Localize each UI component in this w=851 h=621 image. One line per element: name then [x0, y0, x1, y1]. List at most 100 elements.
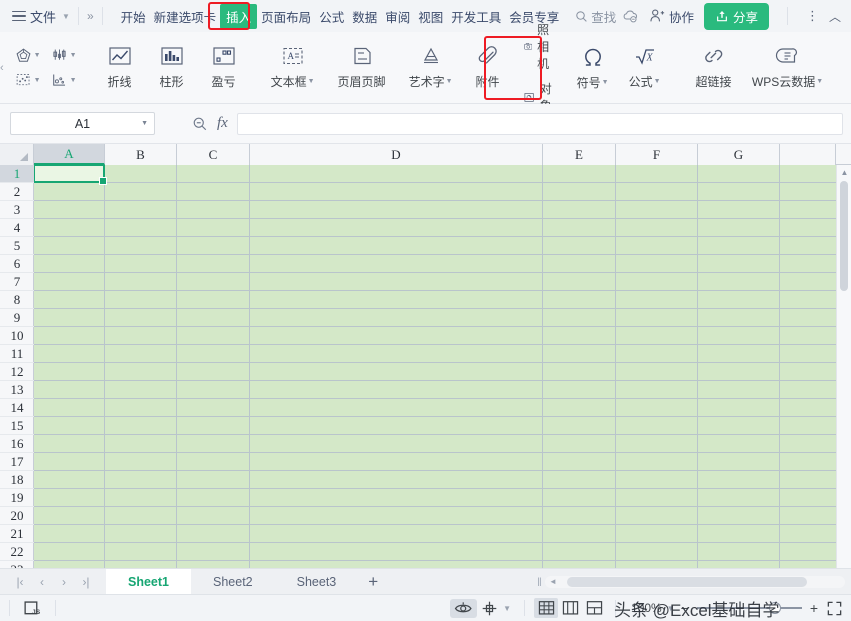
bubble-chart-button[interactable]: ▼: [49, 71, 79, 90]
chevron-up-icon[interactable]: ︿: [829, 8, 841, 25]
column-header-e[interactable]: E: [543, 144, 616, 165]
row-header-5[interactable]: 5: [0, 237, 34, 255]
add-sheet-button[interactable]: +: [358, 572, 388, 592]
wordart-button[interactable]: 艺术字 ▼: [400, 42, 462, 94]
tab-kaishi[interactable]: 开始: [117, 4, 150, 29]
column-header-d[interactable]: D: [250, 144, 543, 165]
row-header-7[interactable]: 7: [0, 273, 34, 291]
row-header-12[interactable]: 12: [0, 363, 34, 381]
horizontal-scrollbar[interactable]: ◄: [545, 575, 845, 588]
sheet-tab-sheet1[interactable]: Sheet1: [106, 568, 191, 595]
row-header-17[interactable]: 17: [0, 453, 34, 471]
row-header-10[interactable]: 10: [0, 327, 34, 345]
column-header-a[interactable]: A: [34, 144, 105, 165]
row-header-9[interactable]: 9: [0, 309, 34, 327]
scatter-chart-button[interactable]: ▼: [13, 71, 43, 90]
tab-charu[interactable]: 插入: [220, 3, 258, 29]
eye-button[interactable]: [450, 598, 478, 618]
camera-button[interactable]: 照相机: [523, 21, 557, 72]
row-header-8[interactable]: 8: [0, 291, 34, 309]
column-header-c[interactable]: C: [177, 144, 250, 165]
page-layout-view-icon: [562, 601, 578, 615]
nav-prev-icon[interactable]: ‹: [32, 572, 52, 592]
vertical-scrollbar[interactable]: ▲: [836, 165, 851, 568]
radar-chart-button[interactable]: ▼: [13, 46, 43, 65]
select-all-corner[interactable]: [0, 144, 34, 165]
row-header-19[interactable]: 19: [0, 489, 34, 507]
scroll-split-grip[interactable]: ‖: [537, 575, 542, 589]
column-header-f[interactable]: F: [616, 144, 698, 165]
cell-area[interactable]: [34, 165, 836, 568]
vertical-scroll-thumb[interactable]: [840, 181, 848, 291]
column-sparkline-button[interactable]: 柱形: [146, 42, 198, 94]
slicer-button[interactable]: 切片器: [843, 42, 851, 94]
zoom-out-icon[interactable]: [192, 116, 208, 132]
js-macro-button[interactable]: JS: [19, 598, 46, 619]
tab-gongshi[interactable]: 公式: [315, 4, 348, 29]
formula-input[interactable]: [236, 112, 843, 135]
scroll-up-icon[interactable]: ▲: [837, 165, 851, 179]
tab-xinjianxuanxiangka[interactable]: 新建选项卡: [150, 4, 221, 29]
row-header-1[interactable]: 1: [0, 165, 34, 183]
share-button[interactable]: 分享: [703, 2, 769, 30]
zoom-slider-knob[interactable]: [768, 602, 781, 614]
row-header-13[interactable]: 13: [0, 381, 34, 399]
row-header-16[interactable]: 16: [0, 435, 34, 453]
row-header-22[interactable]: 22: [0, 543, 34, 561]
hyperlink-button[interactable]: 超链接: [683, 42, 745, 94]
tab-kaifagongju[interactable]: 开发工具: [447, 4, 505, 29]
row-header-21[interactable]: 21: [0, 525, 34, 543]
line-sparkline-button[interactable]: 折线: [94, 42, 146, 94]
page-break-view-button[interactable]: [582, 598, 606, 618]
collaborate-button[interactable]: 协作: [649, 7, 694, 26]
tab-shenyue[interactable]: 审阅: [381, 4, 414, 29]
move-selection-button[interactable]: ▼: [477, 598, 515, 619]
tab-yemianbuju[interactable]: 页面布局: [257, 4, 315, 29]
normal-view-button[interactable]: [534, 598, 558, 618]
file-menu-button[interactable]: 文件 ▼: [12, 7, 70, 26]
page-layout-view-button[interactable]: [558, 598, 582, 618]
textbox-button[interactable]: A 文本框 ▼: [262, 42, 324, 94]
row-header-14[interactable]: 14: [0, 399, 34, 417]
formula-button[interactable]: X 公式 ▼: [619, 42, 671, 94]
active-cell-a1[interactable]: [34, 165, 107, 185]
zoom-in-button[interactable]: +: [810, 600, 818, 616]
horizontal-scroll-thumb[interactable]: [567, 576, 807, 587]
row-header-6[interactable]: 6: [0, 255, 34, 273]
nav-first-icon[interactable]: |‹: [10, 572, 30, 592]
nav-last-icon[interactable]: ›|: [76, 572, 96, 592]
titlebar-right-actions: 协作 分享 ⋮ ︿: [622, 2, 841, 30]
fx-label[interactable]: fx: [217, 115, 228, 132]
dots-vertical-icon[interactable]: ⋮: [806, 8, 819, 24]
scroll-left-icon[interactable]: ◄: [549, 577, 557, 586]
column-header-h[interactable]: [780, 144, 836, 165]
tab-shitu[interactable]: 视图: [414, 4, 447, 29]
fullscreen-icon[interactable]: [826, 600, 843, 617]
column-header-g[interactable]: G: [698, 144, 780, 165]
row-header-15[interactable]: 15: [0, 417, 34, 435]
header-footer-button[interactable]: 页眉页脚: [324, 42, 400, 94]
row-header-18[interactable]: 18: [0, 471, 34, 489]
sheet-tab-sheet3[interactable]: Sheet3: [275, 569, 359, 595]
symbol-button[interactable]: 符号 ▼: [567, 41, 619, 95]
tab-shuju[interactable]: 数据: [348, 4, 381, 29]
zoom-out-button[interactable]: −: [681, 600, 689, 616]
row-header-11[interactable]: 11: [0, 345, 34, 363]
wps-cloud-data-button[interactable]: WPS云数据 ▼: [745, 42, 831, 94]
zoom-level-button[interactable]: 100% ▼: [631, 601, 675, 615]
attachment-button[interactable]: 附件: [462, 42, 514, 94]
row-header-2[interactable]: 2: [0, 183, 34, 201]
winloss-sparkline-button[interactable]: 盈亏: [198, 42, 250, 94]
column-header-b[interactable]: B: [105, 144, 177, 165]
stock-chart-button[interactable]: ▼: [49, 46, 79, 65]
zoom-slider[interactable]: [696, 602, 802, 614]
chevron-double-right-icon[interactable]: »: [87, 9, 94, 23]
sheet-tab-sheet2[interactable]: Sheet2: [191, 569, 275, 595]
row-header-20[interactable]: 20: [0, 507, 34, 525]
find-button[interactable]: 查找: [575, 7, 616, 26]
row-header-4[interactable]: 4: [0, 219, 34, 237]
cloud-off-icon[interactable]: [622, 8, 639, 25]
row-header-3[interactable]: 3: [0, 201, 34, 219]
name-box[interactable]: A1 ▼: [10, 112, 155, 135]
nav-next-icon[interactable]: ›: [54, 572, 74, 592]
